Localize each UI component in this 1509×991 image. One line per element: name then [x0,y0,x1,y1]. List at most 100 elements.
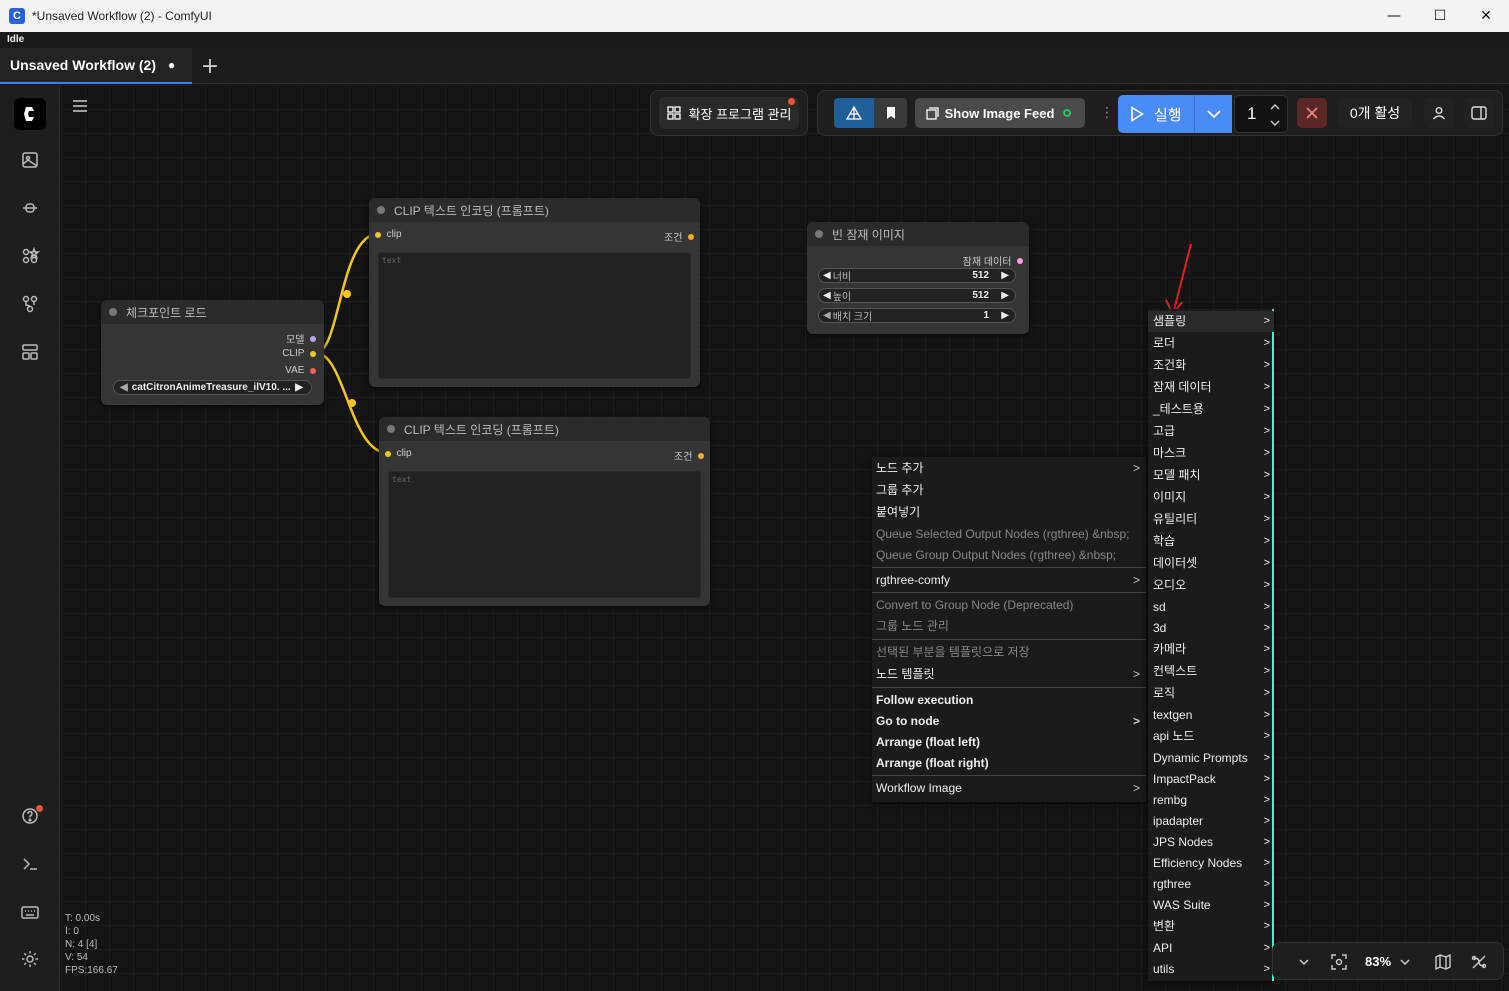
input-slot-clip[interactable]: clip [385,448,412,459]
menu-separator [872,639,1146,640]
menu-item-add-group[interactable]: 그룹 추가 [872,480,1146,501]
submenu-item[interactable]: Efficiency Nodes > [1148,853,1274,874]
submenu-item[interactable]: rembg > [1148,790,1274,811]
output-slot-clip[interactable]: CLIP [282,348,316,359]
slot-dot[interactable] [698,452,704,459]
submenu-item[interactable]: 이미지 > [1148,487,1274,508]
chevron-down-icon[interactable] [1400,959,1410,965]
submenu-item[interactable]: 유틸리티 > [1148,509,1274,530]
submenu-item[interactable]: 고급 > [1148,421,1274,442]
menu-item-convert-group-node[interactable]: Convert to Group Node (Deprecated) [872,595,1146,616]
submenu-item[interactable]: 잠재 데이터 > [1148,377,1274,398]
hide-links-icon[interactable] [1471,954,1487,970]
chevron-down-icon[interactable] [1299,959,1309,965]
minimap-icon[interactable] [1435,954,1451,970]
slot-dot[interactable] [310,335,316,342]
menu-item-go-to-node[interactable]: Go to node > [872,711,1146,732]
menu-item-save-as-template[interactable]: 선택된 부분을 템플릿으로 저장 [872,642,1146,663]
submenu-item[interactable]: 오디오 > [1148,575,1274,596]
submenu-item[interactable]: textgen > [1148,705,1274,726]
submenu-item[interactable]: API > [1148,938,1274,959]
empty-latent-image-node[interactable]: 빈 잠재 이미지 잠재 데이터 ◀ 너비 512 ▶ ◀ 높이 512 ▶ ◀ … [807,222,1029,334]
increment-arrow-icon[interactable]: ▶ [1001,270,1009,281]
submenu-item[interactable]: 마스크 > [1148,443,1274,464]
menu-item-label: Convert to Group Node (Deprecated) [876,598,1074,612]
combo-left-arrow-icon[interactable]: ◀ [120,382,128,393]
zoom-level[interactable]: 83% [1365,954,1391,969]
submenu-item[interactable]: 3d > [1148,618,1274,639]
submenu-item[interactable]: _테스트용 > [1148,399,1274,420]
submenu-item[interactable]: 로더 > [1148,333,1274,354]
menu-item-queue-selected[interactable]: Queue Selected Output Nodes (rgthree) &n… [872,524,1146,545]
slot-dot[interactable] [310,367,316,374]
width-number-widget[interactable]: ◀ 너비 512 ▶ [818,268,1016,283]
input-slot-clip[interactable]: clip [375,229,402,240]
fit-view-icon[interactable] [1331,954,1347,970]
submenu-item[interactable]: 학습 > [1148,531,1274,552]
submenu-item[interactable]: JPS Nodes > [1148,832,1274,853]
prompt-textarea[interactable]: text [388,471,701,598]
submenu-item[interactable]: 샘플링 > [1148,311,1274,332]
link-midpoint[interactable] [348,399,356,407]
node-title-bar[interactable]: 빈 잠재 이미지 [807,222,1029,246]
output-slot-vae[interactable]: VAE [285,365,316,376]
menu-item-add-node[interactable]: 노드 추가 > [872,458,1146,479]
submenu-item[interactable]: ipadapter > [1148,811,1274,832]
batch-size-number-widget[interactable]: ◀ 배치 크기 1 ▶ [818,308,1016,323]
clip-text-encode-node-2[interactable]: CLIP 텍스트 인코딩 (프롬프트) clip 조건 text [379,417,710,606]
decrement-arrow-icon[interactable]: ◀ [823,290,831,301]
menu-item-queue-group[interactable]: Queue Group Output Nodes (rgthree) &nbsp… [872,545,1146,566]
node-collapse-dot[interactable] [377,206,385,214]
menu-item-rgthree-comfy[interactable]: rgthree-comfy > [872,570,1146,591]
output-slot-latent[interactable]: 잠재 데이터 [963,253,1023,268]
node-collapse-dot[interactable] [109,308,117,316]
output-slot-conditioning[interactable]: 조건 [674,448,704,463]
submenu-item[interactable]: 로직 > [1148,683,1274,704]
slot-dot[interactable] [375,231,381,238]
slot-dot[interactable] [310,350,316,357]
submenu-item[interactable]: WAS Suite > [1148,895,1274,916]
node-title-bar[interactable]: CLIP 텍스트 인코딩 (프롬프트) [369,198,700,222]
decrement-arrow-icon[interactable]: ◀ [823,310,831,321]
menu-item-manage-group-nodes[interactable]: 그룹 노드 관리 [872,616,1146,637]
output-slot-conditioning[interactable]: 조건 [664,229,694,244]
output-slot-model[interactable]: 모델 [286,331,316,346]
submenu-item[interactable]: Dynamic Prompts > [1148,748,1274,769]
menu-item-arrange-right[interactable]: Arrange (float right) [872,753,1146,774]
combo-right-arrow-icon[interactable]: ▶ [295,382,303,393]
slot-dot[interactable] [688,233,694,240]
submenu-item[interactable]: utils > [1148,959,1274,980]
node-collapse-dot[interactable] [387,425,395,433]
clip-text-encode-node-1[interactable]: CLIP 텍스트 인코딩 (프롬프트) clip 조건 text [369,198,700,387]
submenu-item[interactable]: 카메라 > [1148,639,1274,660]
checkpoint-loader-node[interactable]: 체크포인트 로드 모델 CLIP VAE ◀ catCitronAnimeTre… [101,300,324,405]
submenu-item[interactable]: 조건화 > [1148,355,1274,376]
submenu-item[interactable]: 데이터셋 > [1148,553,1274,574]
stat-time: T: 0.00s [65,913,101,924]
node-title-bar[interactable]: 체크포인트 로드 [101,300,324,324]
submenu-item[interactable]: 컨텍스트 > [1148,661,1274,682]
slot-dot[interactable] [385,450,391,457]
menu-item-node-templates[interactable]: 노드 템플릿 > [872,664,1146,685]
node-collapse-dot[interactable] [815,230,823,238]
submenu-item[interactable]: api 노드 > [1148,726,1274,747]
submenu-item[interactable]: rgthree > [1148,874,1274,895]
menu-item-follow-execution[interactable]: Follow execution [872,690,1146,711]
node-title-bar[interactable]: CLIP 텍스트 인코딩 (프롬프트) [379,417,710,441]
submenu-item[interactable]: 모델 패치 > [1148,465,1274,486]
submenu-arrow-icon: > [1263,899,1270,911]
decrement-arrow-icon[interactable]: ◀ [823,270,831,281]
increment-arrow-icon[interactable]: ▶ [1001,290,1009,301]
ckpt-name-combo[interactable]: ◀ catCitronAnimeTreasure_ilV10. ... ▶ [113,380,312,395]
submenu-item[interactable]: sd > [1148,597,1274,618]
link-midpoint[interactable] [343,290,351,298]
menu-item-arrange-left[interactable]: Arrange (float left) [872,732,1146,753]
menu-item-workflow-image[interactable]: Workflow Image > [872,778,1146,799]
height-number-widget[interactable]: ◀ 높이 512 ▶ [818,288,1016,303]
menu-item-paste[interactable]: 붙여넣기 [872,502,1146,523]
prompt-textarea[interactable]: text [378,252,691,379]
increment-arrow-icon[interactable]: ▶ [1001,310,1009,321]
submenu-item[interactable]: ImpactPack > [1148,769,1274,790]
submenu-item[interactable]: 변환 > [1148,916,1274,937]
slot-dot[interactable] [1017,257,1023,264]
